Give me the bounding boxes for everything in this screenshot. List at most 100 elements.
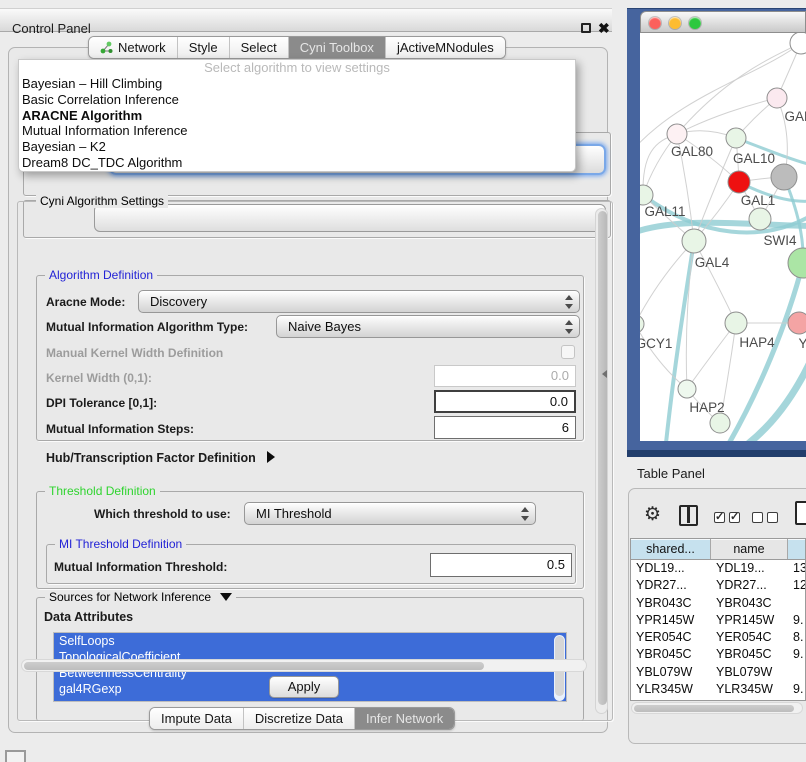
hub-section-text: Hub/Transcription Factor Definition xyxy=(46,451,256,465)
splitter-collapse-icon[interactable] xyxy=(602,370,607,378)
network-edge[interactable] xyxy=(687,323,736,389)
minimize-traffic-icon[interactable] xyxy=(669,17,681,29)
network-node[interactable] xyxy=(771,164,797,190)
table-cell: YIL052C xyxy=(711,698,788,701)
table-row[interactable]: YBR043CYBR043C xyxy=(631,595,805,612)
network-node-gal10[interactable] xyxy=(726,128,746,148)
deselect-all-icon[interactable] xyxy=(752,512,763,523)
combo-stepper-icon xyxy=(564,320,572,334)
network-node-gal1[interactable] xyxy=(728,171,750,193)
table-body: YDL19...YDL19...13YDR27...YDR27...12YBR0… xyxy=(631,560,805,701)
network-edge[interactable] xyxy=(677,43,801,134)
algorithm-option[interactable]: Basic Correlation Inference xyxy=(19,92,575,108)
close-icon[interactable]: ✖ xyxy=(598,20,610,37)
table-cell: 12 xyxy=(788,577,805,594)
mi-steps-label: Mutual Information Steps: xyxy=(46,422,194,436)
tab-select[interactable]: Select xyxy=(230,37,289,58)
table-row[interactable]: YDR27...YDR27...12 xyxy=(631,577,805,594)
tab-style[interactable]: Style xyxy=(178,37,230,58)
tab-label: Impute Data xyxy=(161,708,232,729)
algorithm-option[interactable]: Dream8 DC_TDC Algorithm xyxy=(19,155,575,171)
mi-algorithm-label: Mutual Information Algorithm Type: xyxy=(46,320,248,334)
table-cell: YDR27... xyxy=(631,577,711,594)
table-row[interactable]: YBL079WYBL079W xyxy=(631,664,805,681)
algorithm-option[interactable]: Bayesian – K2 xyxy=(19,139,575,155)
table-row[interactable]: YER054CYER054C8. xyxy=(631,629,805,646)
table-hscrollbar[interactable] xyxy=(631,702,803,714)
network-window-titlebar[interactable] xyxy=(640,11,806,33)
tab-discretize-data[interactable]: Discretize Data xyxy=(244,708,355,729)
settings-hscrollbar[interactable] xyxy=(21,659,587,672)
dpi-tolerance-input[interactable]: 0.0 xyxy=(434,390,576,413)
close-traffic-icon[interactable] xyxy=(649,17,661,29)
settings-scrollbar[interactable] xyxy=(595,208,608,714)
network-graph[interactable]: GALGAL80GAL10GAL1GAL11SWI4GAL4GCY1HAP4YH… xyxy=(640,33,806,441)
apply-button[interactable]: Apply xyxy=(269,676,339,698)
table-row[interactable]: YIL052CYIL052C9 xyxy=(631,698,805,701)
network-canvas[interactable]: GALGAL80GAL10GAL1GAL11SWI4GAL4GCY1HAP4YH… xyxy=(640,33,806,441)
network-node-gcy1[interactable] xyxy=(640,315,644,333)
tab-jactivemnodules[interactable]: jActiveMNodules xyxy=(386,37,505,58)
network-node-swi4[interactable] xyxy=(749,208,771,230)
deselect-all-icon[interactable] xyxy=(767,512,778,523)
network-node-hap2[interactable] xyxy=(678,380,696,398)
column-header-1[interactable]: shared... xyxy=(631,539,711,559)
tab-impute-data[interactable]: Impute Data xyxy=(150,708,244,729)
table-row[interactable]: YLR345WYLR345W9. xyxy=(631,681,805,698)
select-all-icon[interactable] xyxy=(714,512,725,523)
network-node-gal[interactable] xyxy=(767,88,787,108)
mi-algorithm-combo[interactable]: Naive Bayes xyxy=(276,315,580,338)
new-table-icon[interactable] xyxy=(795,501,806,525)
table-cell xyxy=(788,595,805,612)
node-label: SWI4 xyxy=(763,233,796,248)
mi-steps-input[interactable]: 6 xyxy=(434,416,576,439)
expand-right-icon[interactable] xyxy=(267,451,275,463)
network-node-gal4[interactable] xyxy=(682,229,706,253)
network-edge[interactable] xyxy=(728,263,803,441)
float-window-icon[interactable] xyxy=(581,23,591,33)
table-hscrollbar-thumb[interactable] xyxy=(634,705,794,712)
bottom-tabbar: Impute Data Discretize DataInfer Network xyxy=(149,707,455,730)
settings-scrollbar-thumb[interactable] xyxy=(598,211,607,705)
algorithm-option[interactable]: Bayesian – Hill Climbing xyxy=(19,76,575,92)
network-node[interactable] xyxy=(790,33,806,54)
hub-section-label[interactable]: Hub/Transcription Factor Definition xyxy=(46,450,275,465)
network-node-y[interactable] xyxy=(788,312,806,334)
zoom-traffic-icon[interactable] xyxy=(689,17,701,29)
manual-kernel-checkbox[interactable] xyxy=(561,345,575,359)
control-panel-titlebar: Control Panel ✖ xyxy=(0,8,612,32)
which-threshold-combo[interactable]: MI Threshold xyxy=(244,502,536,525)
aracne-mode-combo[interactable]: Discovery xyxy=(138,290,580,313)
column-header-3[interactable]: A xyxy=(788,539,806,559)
network-node-gal80[interactable] xyxy=(667,124,687,144)
node-table: shared...nameA YDL19...YDL19...13YDR27..… xyxy=(630,538,806,701)
table-cell: YER054C xyxy=(631,629,711,646)
tab-cyni-toolbox[interactable]: Cyni Toolbox xyxy=(289,37,386,58)
network-edge[interactable] xyxy=(694,241,736,323)
network-node[interactable] xyxy=(788,248,806,278)
select-all-icon[interactable] xyxy=(729,512,740,523)
tab-network[interactable]: Network xyxy=(89,37,178,58)
table-row[interactable]: YDL19...YDL19...13 xyxy=(631,560,805,577)
docked-panel-icon[interactable] xyxy=(5,750,26,762)
tab-label: Cyni Toolbox xyxy=(300,37,374,58)
network-window-frame[interactable]: GALGAL80GAL10GAL1GAL11SWI4GAL4GCY1HAP4YH… xyxy=(627,8,806,457)
collapse-down-icon[interactable] xyxy=(220,593,232,601)
column-header-2[interactable]: name xyxy=(711,539,788,559)
settings-hscrollbar-thumb[interactable] xyxy=(24,662,484,670)
mi-threshold-group-title: MI Threshold Definition xyxy=(55,537,186,551)
algorithm-option[interactable]: ARACNE Algorithm xyxy=(19,108,575,124)
network-node-hap4[interactable] xyxy=(725,312,747,334)
tab-label: jActiveMNodules xyxy=(397,37,494,58)
tab-infer-network[interactable]: Infer Network xyxy=(355,708,454,729)
kernel-width-input[interactable]: 0.0 xyxy=(434,365,576,387)
attribute-item[interactable]: SelfLoops xyxy=(54,633,566,649)
network-node[interactable] xyxy=(710,413,730,433)
mi-threshold-input[interactable]: 0.5 xyxy=(430,553,572,577)
column-layout-icon[interactable] xyxy=(679,505,698,526)
gear-icon[interactable]: ⚙ xyxy=(644,504,661,526)
table-row[interactable]: YPR145WYPR145W9. xyxy=(631,612,805,629)
table-row[interactable]: YBR045CYBR045C9. xyxy=(631,646,805,663)
network-frame-bottom-edge xyxy=(627,450,806,457)
algorithm-option[interactable]: Mutual Information Inference xyxy=(19,123,575,139)
